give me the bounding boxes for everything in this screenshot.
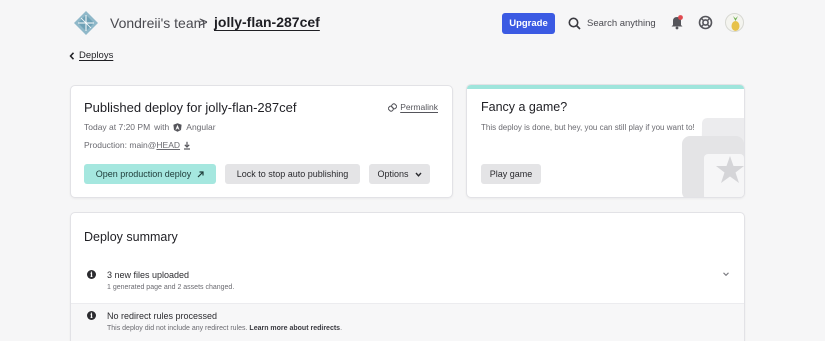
options-label: Options bbox=[377, 169, 409, 179]
permalink-label: Permalink bbox=[400, 102, 438, 112]
avatar-icon bbox=[731, 16, 740, 31]
summary-title: Deploy summary bbox=[84, 230, 178, 244]
permalink-link[interactable]: Permalink bbox=[388, 102, 438, 112]
deploy-time: Today at 7:20 PM bbox=[84, 122, 151, 132]
chevron-left-icon bbox=[69, 51, 75, 60]
game-card: Fancy a game? This deploy is done, but h… bbox=[466, 84, 745, 198]
production-ref[interactable]: HEAD bbox=[156, 140, 180, 150]
search-label: Search anything bbox=[587, 18, 656, 29]
learn-more-redirects-link[interactable]: Learn more about redirects bbox=[249, 325, 340, 332]
deploy-meta: Today at 7:20 PM with Angular bbox=[84, 122, 216, 132]
avatar[interactable] bbox=[725, 13, 744, 32]
chevron-down-icon bbox=[414, 172, 422, 177]
info-icon: i bbox=[87, 270, 96, 279]
download-icon[interactable] bbox=[183, 141, 191, 150]
options-dropdown[interactable]: Options bbox=[369, 164, 430, 184]
game-text: This deploy is done, but hey, you can st… bbox=[481, 123, 695, 132]
back-to-deploys-link[interactable]: Deploys bbox=[69, 50, 113, 61]
upgrade-button[interactable]: Upgrade bbox=[502, 13, 555, 34]
play-game-button[interactable]: Play game bbox=[481, 164, 541, 184]
published-deploy-card: Published deploy for jolly-flan-287cef P… bbox=[70, 85, 453, 198]
framework-name: Angular bbox=[186, 122, 216, 132]
open-production-deploy-label: Open production deploy bbox=[95, 169, 192, 179]
summary-row-title: 3 new files uploaded bbox=[107, 270, 190, 280]
external-arrow-icon bbox=[197, 170, 204, 177]
summary-row-detail: This deploy did not include any redirect… bbox=[107, 325, 342, 332]
deploy-summary-card: Deploy summary i 3 new files uploaded 1 … bbox=[70, 212, 745, 341]
summary-row-detail-suffix: . bbox=[340, 325, 343, 332]
link-icon bbox=[388, 102, 398, 112]
netlify-logo-icon[interactable] bbox=[73, 10, 99, 36]
team-name[interactable]: Vondreii's team bbox=[110, 15, 205, 31]
game-card-accent-bar bbox=[467, 85, 744, 89]
back-label: Deploys bbox=[79, 50, 114, 61]
breadcrumb-separator: > bbox=[199, 14, 208, 31]
open-production-deploy-button[interactable]: Open production deploy bbox=[84, 164, 216, 184]
summary-row-title: No redirect rules processed bbox=[107, 311, 218, 321]
summary-row-detail-text: This deploy did not include any redirect… bbox=[107, 325, 248, 332]
deploy-with-label: with bbox=[154, 122, 170, 132]
search-icon bbox=[568, 17, 581, 30]
production-info: Production: main@ HEAD bbox=[84, 140, 191, 150]
chevron-down-icon[interactable] bbox=[722, 270, 730, 278]
angular-icon bbox=[173, 122, 182, 132]
lock-auto-publishing-button[interactable]: Lock to stop auto publishing bbox=[225, 164, 360, 184]
bell-icon[interactable] bbox=[670, 14, 684, 30]
info-icon: i bbox=[87, 311, 96, 320]
site-name[interactable]: jolly-flan-287cef bbox=[214, 14, 320, 30]
summary-row-files[interactable]: i 3 new files uploaded 1 generated page … bbox=[71, 263, 744, 302]
summary-row-detail: 1 generated page and 2 assets changed. bbox=[107, 284, 235, 291]
game-illustration-icon bbox=[682, 118, 744, 197]
production-prefix: Production: main@ bbox=[84, 140, 157, 150]
game-title: Fancy a game? bbox=[481, 100, 568, 114]
deploy-title: Published deploy for jolly-flan-287cef bbox=[84, 100, 297, 115]
help-icon[interactable] bbox=[698, 15, 713, 30]
search-button[interactable]: Search anything bbox=[568, 13, 656, 34]
summary-row-redirects: i No redirect rules processed This deplo… bbox=[71, 303, 744, 341]
